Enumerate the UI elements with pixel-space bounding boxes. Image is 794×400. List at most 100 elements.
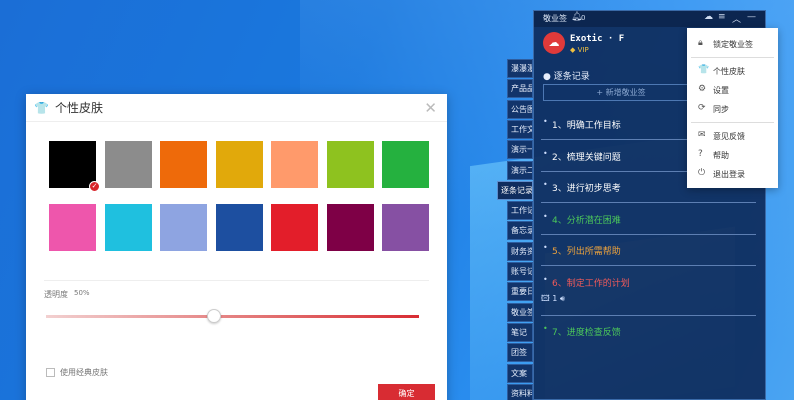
side-tab[interactable]: 产品品 [507, 79, 533, 99]
cloud-icon[interactable]: ☁ [704, 12, 713, 22]
menu-divider [691, 57, 774, 58]
settings-menu: 🔒︎ 锁定敬业签 👕 个性皮肤 ⚙ 设置 ⟳ 同步 ✉ 意见反馈? 帮助 ⏻ 退出登录 [687, 28, 778, 188]
side-tab[interactable]: 备忘录 [507, 221, 533, 241]
menu-icon[interactable]: ≡ [718, 12, 726, 22]
task-text: 2、梳理关键问题 [552, 152, 621, 163]
bullet-icon: • [543, 324, 548, 333]
section-title: ● 逐条记录 [543, 72, 590, 82]
color-swatch[interactable]: ✓ [49, 141, 100, 192]
side-tab[interactable]: 财务资 [507, 241, 533, 261]
task-item[interactable]: • 5、列出所需帮助 [541, 235, 756, 266]
menu-item-label: 退出登录 [713, 170, 745, 179]
bullet-icon: • [543, 148, 548, 158]
classic-skin-checkbox[interactable] [46, 368, 55, 377]
check-icon: ✓ [89, 181, 100, 192]
color-swatch[interactable] [160, 204, 207, 251]
task-text: 6、制定工作的计划 [552, 278, 630, 289]
side-tab[interactable]: 笔记 [507, 322, 533, 342]
color-swatch[interactable] [326, 141, 374, 188]
task-item[interactable]: • 4、分析潜在困难 [541, 204, 756, 235]
menu-item-label: 帮助 [713, 151, 729, 160]
side-tab[interactable]: 团签 [507, 343, 533, 363]
dialog-header: 👕 个性皮肤 [26, 94, 447, 122]
menu-item[interactable]: ? 帮助 [687, 145, 778, 165]
section-title-text: 逐条记录 [553, 72, 590, 82]
menu-item[interactable]: ⚙ 设置 [687, 80, 778, 100]
avatar[interactable]: ☁ [543, 32, 565, 54]
logout-icon: ⏻ [698, 168, 706, 178]
side-tab[interactable]: 账号记 [507, 262, 533, 281]
side-tab[interactable]: 重要日 [507, 282, 533, 302]
opacity-slider-track[interactable] [46, 315, 419, 318]
task-text: 5、列出所需帮助 [552, 247, 621, 257]
task-text: 7、进度检查反馈 [552, 328, 621, 338]
side-tab[interactable]: 敬业签 [507, 302, 533, 322]
menu-item-label: 设置 [713, 86, 729, 95]
bullet-icon: • [543, 117, 548, 126]
app-name: 敬业签 [543, 14, 567, 23]
side-tab[interactable]: 演示一 [507, 140, 533, 160]
color-swatch[interactable] [271, 141, 318, 188]
color-swatch[interactable] [271, 204, 318, 251]
opacity-value: 50% [74, 289, 90, 297]
color-swatch[interactable] [104, 204, 152, 251]
dialog-title: 个性皮肤 [54, 101, 103, 115]
image-icon[interactable]: 🖾 [541, 294, 550, 303]
bullet-icon: • [543, 274, 548, 284]
mail-icon: ✉ [698, 130, 706, 140]
menu-item[interactable]: ✉ 意见反馈 [687, 126, 778, 146]
color-swatch[interactable] [382, 141, 429, 188]
menu-item[interactable]: ⟳ 同步 [687, 99, 778, 119]
side-tab[interactable]: 逐条记录 [497, 180, 533, 200]
attachment-count: 1 [552, 294, 558, 303]
opacity-slider-handle[interactable] [206, 309, 221, 323]
side-tab[interactable]: 资料料 [507, 383, 533, 400]
chevron-up-icon[interactable]: ︿ [732, 12, 741, 25]
menu-item[interactable]: ⏻ 退出登录 [687, 164, 778, 184]
side-tab[interactable]: 文案 [507, 363, 533, 383]
menu-divider [691, 122, 774, 123]
task-text: 4、分析潜在困难 [552, 215, 621, 226]
menu-item-label: 同步 [713, 105, 729, 114]
side-tab[interactable]: 工作文 [507, 119, 533, 139]
help-icon: ? [698, 149, 703, 159]
gear-icon: ⚙ [698, 84, 707, 94]
notification-count: 0 [581, 14, 586, 22]
sound-icon[interactable]: 🔊︎ [560, 294, 565, 303]
menu-item[interactable]: 🔒︎ 锁定敬业签 [687, 34, 778, 54]
task-text: 3、进行初步思考 [552, 184, 621, 194]
new-note-button[interactable]: + 新增敬业签 [543, 84, 699, 101]
skin-dialog: 👕 个性皮肤 ✕ ✓ 透明度 50% 使用经典皮肤 确定 [26, 94, 447, 400]
color-swatch[interactable] [326, 204, 374, 251]
vip-label: VIP [577, 46, 589, 54]
opacity-label: 透明度 [44, 290, 68, 299]
task-item[interactable]: • 7、进度检查反馈 [541, 316, 756, 347]
color-swatch[interactable] [49, 204, 96, 251]
side-tab[interactable]: 瀑瀑瀑 [507, 59, 533, 78]
color-swatch[interactable] [160, 141, 207, 188]
minimize-icon[interactable]: — [747, 12, 756, 22]
bullet-icon: • [543, 243, 548, 252]
menu-item-label: 意见反馈 [713, 132, 745, 141]
color-swatch[interactable] [215, 204, 263, 251]
menu-item-label: 个性皮肤 [713, 67, 745, 76]
attachment-info: 🖾 1 🔊︎ [541, 293, 565, 307]
side-tab[interactable]: 公告图 [507, 99, 533, 119]
menu-item[interactable]: 👕 个性皮肤 [687, 61, 778, 81]
classic-skin-label: 使用经典皮肤 [60, 368, 108, 377]
color-swatch[interactable] [104, 141, 152, 188]
task-item[interactable]: • 6、制定工作的计划 [541, 267, 756, 316]
side-tab[interactable]: 演示二 [507, 160, 533, 180]
bullet-icon: • [543, 180, 548, 189]
close-icon[interactable]: ✕ [424, 99, 437, 117]
sync-icon: ⟳ [698, 103, 706, 113]
lock-icon: 🔒︎ [698, 38, 703, 48]
menu-item-label: 锁定敬业签 [713, 40, 753, 49]
side-tab[interactable]: 工作记 [507, 201, 533, 221]
divider [44, 280, 429, 281]
color-swatch[interactable] [215, 141, 263, 188]
confirm-button[interactable]: 确定 [378, 384, 435, 400]
color-swatch[interactable] [382, 204, 429, 251]
shirt-icon: 👕 [34, 100, 49, 115]
user-name: Exotic · F [570, 34, 625, 44]
